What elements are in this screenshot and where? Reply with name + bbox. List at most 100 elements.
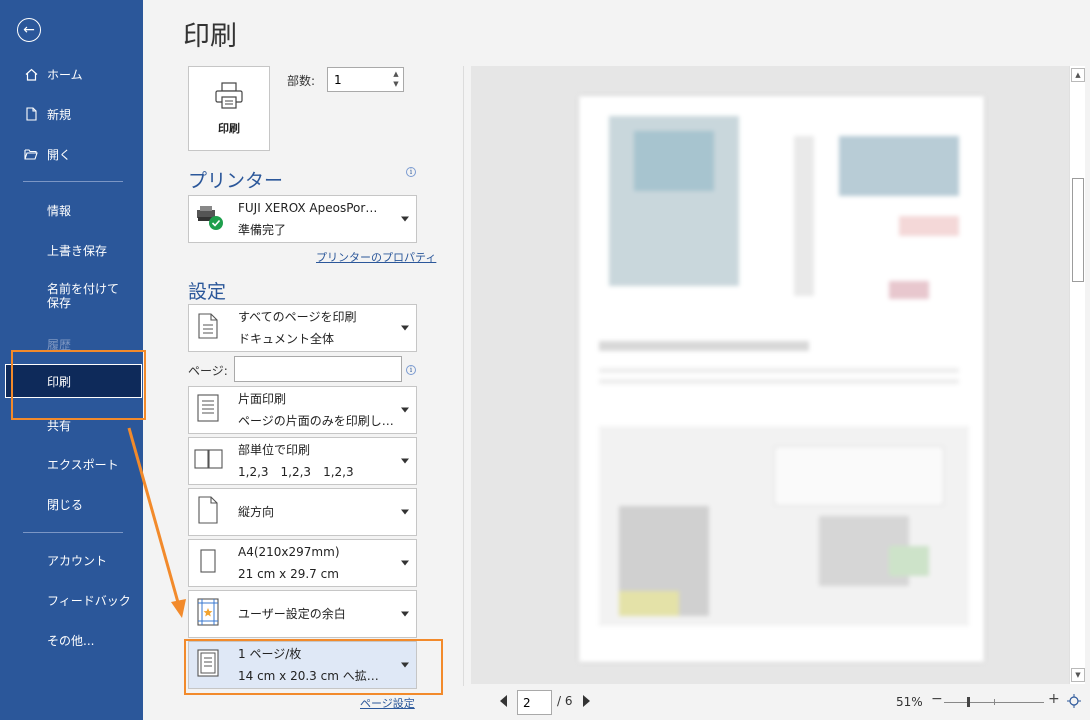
sidebar-item-label: エクスポート bbox=[47, 457, 119, 472]
chevron-down-icon bbox=[401, 325, 409, 331]
preview-text-line bbox=[599, 341, 809, 351]
collate-text: 部単位で印刷 1,2,3 1,2,3 1,2,3 bbox=[238, 438, 354, 484]
chevron-down-icon bbox=[401, 662, 409, 668]
scroll-down-icon[interactable]: ▼ bbox=[1071, 668, 1085, 682]
previous-page-icon[interactable] bbox=[500, 695, 507, 707]
sidebar-item-home[interactable]: ホーム bbox=[0, 57, 143, 91]
printer-text: FUJI XEROX ApeosPor… 準備完了 bbox=[238, 196, 377, 242]
setting-line2: ページの片面のみを印刷し… bbox=[238, 414, 394, 428]
print-range-text: すべてのページを印刷 ドキュメント全体 bbox=[238, 305, 356, 351]
sides-text: 片面印刷 ページの片面のみを印刷し… bbox=[238, 387, 394, 433]
sidebar-item-more[interactable]: その他... bbox=[0, 623, 143, 657]
preview-image-block bbox=[774, 446, 944, 506]
total-pages: / 6 bbox=[557, 694, 573, 708]
orientation-dropdown[interactable]: 縦方向 bbox=[188, 488, 417, 536]
sidebar-separator bbox=[23, 181, 123, 182]
scroll-up-icon[interactable]: ▲ bbox=[1071, 68, 1085, 82]
preview-image-block bbox=[839, 136, 959, 196]
sidebar-item-label: 名前を付けて保存 bbox=[47, 282, 120, 310]
scrollbar-thumb[interactable] bbox=[1072, 178, 1084, 282]
setting-line1: ユーザー設定の余白 bbox=[238, 607, 346, 621]
printer-dropdown[interactable]: FUJI XEROX ApeosPor… 準備完了 bbox=[188, 195, 417, 243]
chevron-down-icon bbox=[401, 509, 409, 515]
next-page-icon[interactable] bbox=[583, 695, 590, 707]
paper-size-dropdown[interactable]: A4(210x297mm) 21 cm x 29.7 cm bbox=[188, 539, 417, 587]
margins-dropdown[interactable]: ユーザー設定の余白 bbox=[188, 590, 417, 638]
printer-status: 準備完了 bbox=[238, 223, 287, 237]
sidebar-item-export[interactable]: エクスポート bbox=[0, 447, 143, 481]
back-arrow-icon[interactable]: ← bbox=[17, 18, 41, 42]
sidebar-item-share[interactable]: 共有 bbox=[0, 408, 143, 442]
current-page-input[interactable]: 2 bbox=[517, 690, 552, 715]
preview-image-block bbox=[634, 131, 714, 191]
print-button[interactable]: 印刷 bbox=[188, 66, 270, 151]
collate-dropdown[interactable]: 部単位で印刷 1,2,3 1,2,3 1,2,3 bbox=[188, 437, 417, 485]
setting-line2: ドキュメント全体 bbox=[238, 332, 335, 346]
preview-image-block bbox=[899, 216, 959, 236]
sidebar-item-print[interactable]: 印刷 bbox=[5, 364, 142, 398]
sides-dropdown[interactable]: 片面印刷 ページの片面のみを印刷し… bbox=[188, 386, 417, 434]
copies-label: 部数: bbox=[287, 74, 316, 88]
page-setup-link[interactable]: ページ設定 bbox=[360, 695, 415, 711]
settings-section-header: 設定 bbox=[188, 281, 227, 303]
sidebar-item-label: その他... bbox=[47, 633, 95, 648]
sidebar-item-save[interactable]: 上書き保存 bbox=[0, 233, 143, 267]
orientation-text: 縦方向 bbox=[238, 489, 274, 535]
print-preview-area[interactable] bbox=[471, 66, 1069, 684]
copies-value: 1 bbox=[334, 72, 342, 87]
zoom-out-icon[interactable]: − bbox=[931, 691, 943, 707]
print-button-label: 印刷 bbox=[218, 121, 240, 135]
sidebar-item-label: フィードバック bbox=[47, 593, 131, 608]
page-title: 印刷 bbox=[183, 21, 237, 52]
word-backstage-print: ← ホーム 新規 開く 情報 上書き保存 名前を付けて保存 履歴 印刷 共有 エ… bbox=[0, 0, 1090, 720]
sidebar-item-label: 開く bbox=[47, 147, 72, 162]
sidebar-item-close[interactable]: 閉じる bbox=[0, 487, 143, 521]
chevron-down-icon bbox=[401, 216, 409, 222]
paper-size-icon bbox=[200, 549, 216, 577]
print-range-dropdown[interactable]: すべてのページを印刷 ドキュメント全体 bbox=[188, 304, 417, 352]
setting-line1: A4(210x297mm) bbox=[238, 545, 340, 559]
margins-icon bbox=[197, 598, 219, 630]
pages-label: ページ: bbox=[188, 364, 228, 378]
printer-properties-link[interactable]: プリンターのプロパティ bbox=[316, 249, 436, 265]
preview-text-line bbox=[599, 368, 959, 373]
zoom-slider-center-mark bbox=[994, 699, 995, 705]
one-sided-icon bbox=[197, 394, 219, 426]
preview-scrollbar[interactable]: ▲ ▼ bbox=[1069, 66, 1085, 684]
zoom-to-page-icon[interactable] bbox=[1067, 693, 1081, 708]
sidebar-item-label: 閉じる bbox=[47, 497, 84, 512]
setting-line1: 1 ページ/枚 bbox=[238, 647, 302, 661]
sidebar-item-new[interactable]: 新規 bbox=[0, 97, 143, 131]
info-icon[interactable]: i bbox=[406, 365, 416, 375]
sidebar-item-account[interactable]: アカウント bbox=[0, 543, 143, 577]
setting-line1: すべてのページを印刷 bbox=[238, 310, 357, 324]
backstage-sidebar: ← ホーム 新規 開く 情報 上書き保存 名前を付けて保存 履歴 印刷 共有 エ… bbox=[0, 0, 143, 720]
sidebar-item-info[interactable]: 情報 bbox=[0, 193, 143, 227]
printer-ready-icon bbox=[195, 202, 227, 236]
sidebar-item-save-as[interactable]: 名前を付けて保存 bbox=[0, 282, 143, 322]
chevron-down-icon bbox=[401, 611, 409, 617]
pages-input[interactable] bbox=[234, 356, 402, 382]
chevron-down-icon bbox=[401, 407, 409, 413]
setting-line2: 21 cm x 29.7 cm bbox=[238, 567, 339, 581]
sidebar-item-label: 印刷 bbox=[47, 374, 72, 389]
sidebar-item-open[interactable]: 開く bbox=[0, 137, 143, 171]
zoom-percentage[interactable]: 51% bbox=[896, 695, 923, 709]
preview-text-line bbox=[599, 379, 959, 384]
paper-size-text: A4(210x297mm) 21 cm x 29.7 cm bbox=[238, 540, 340, 586]
copies-spinner[interactable]: ▲ ▼ bbox=[391, 69, 401, 89]
sidebar-item-feedback[interactable]: フィードバック bbox=[0, 583, 143, 617]
zoom-slider-thumb[interactable] bbox=[967, 697, 970, 707]
pages-per-sheet-dropdown[interactable]: 1 ページ/枚 14 cm x 20.3 cm へ拡… bbox=[188, 641, 417, 689]
zoom-in-icon[interactable]: + bbox=[1048, 691, 1060, 707]
copies-input[interactable]: 1 ▲ ▼ bbox=[327, 67, 404, 92]
pages-per-sheet-icon bbox=[197, 649, 219, 681]
preview-image-block bbox=[794, 136, 814, 296]
portrait-icon bbox=[198, 496, 218, 528]
current-page-value: 2 bbox=[523, 695, 531, 710]
info-icon[interactable]: i bbox=[406, 167, 416, 177]
printer-icon bbox=[214, 81, 244, 114]
setting-line1: 部単位で印刷 bbox=[238, 443, 311, 457]
preview-image-block bbox=[619, 591, 679, 616]
sidebar-item-label: 新規 bbox=[47, 107, 72, 122]
